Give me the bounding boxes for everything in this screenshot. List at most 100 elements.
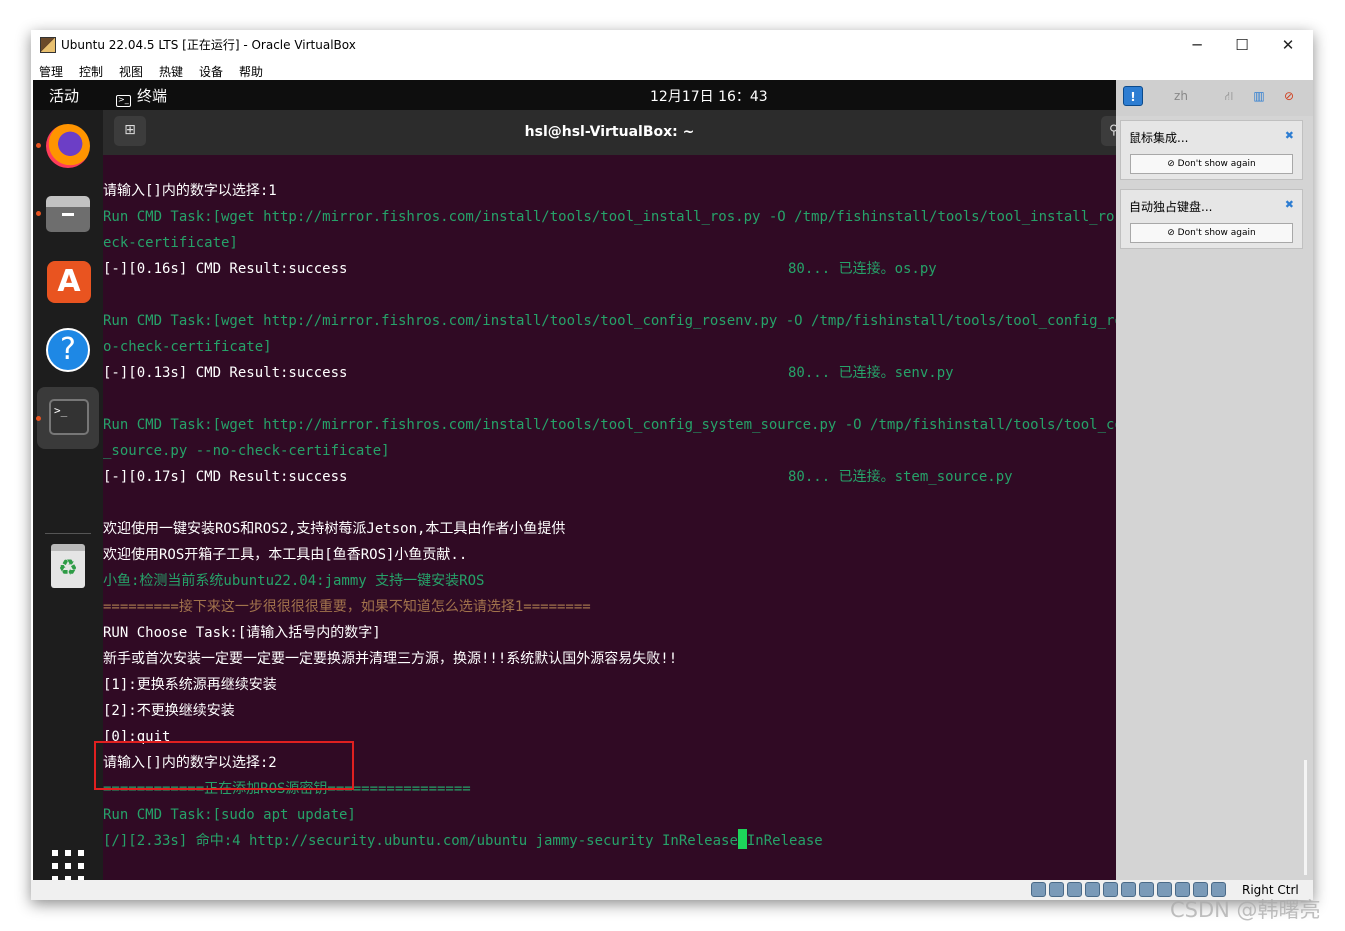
terminal-line: Run CMD Task:[wget http://mirror.fishros… [103, 308, 1116, 334]
trash-icon: ♻ [51, 544, 85, 588]
terminal-line-text: [2]:不更换继续安装 [103, 703, 235, 719]
mouse-integration-icon[interactable]: ⊘ [1279, 86, 1299, 106]
notification-title: 自动独占键盘... [1129, 200, 1213, 214]
dock-terminal[interactable]: >_ [37, 387, 99, 449]
notification-toolbar: ! zh ⛙ ▥ ⊘ [1116, 80, 1313, 116]
dock-files[interactable] [41, 186, 95, 240]
terminal-line-tail: InRelease [746, 833, 823, 849]
terminal-line-text: [-][0.17s] CMD Result:success [103, 469, 348, 485]
terminal-line: 欢迎使用一键安装ROS和ROS2,支持树莓派Jetson,本工具由作者小鱼提供 [103, 516, 1116, 542]
hard-disk-icon[interactable] [1031, 882, 1046, 897]
terminal-line-text: =========接下来这一步很很很很重要，如果不知道怎么选请选择1======… [103, 599, 591, 615]
running-indicator [36, 211, 41, 216]
close-icon[interactable]: ✖ [1285, 129, 1294, 142]
grid-dot [78, 863, 84, 869]
dont-show-again-button[interactable]: ⊘ Don't show again [1130, 223, 1293, 243]
dock-separator [45, 533, 91, 534]
help-icon: ? [46, 328, 90, 372]
keyboard-capture-icon[interactable]: ▥ [1249, 86, 1269, 106]
terminal-line-text: RUN Choose Task:[请输入括号内的数字] [103, 625, 381, 641]
show-applications-button[interactable] [52, 850, 84, 880]
network-adapter-icon[interactable] [1085, 882, 1100, 897]
display-icon[interactable] [1139, 882, 1154, 897]
panel-scrollbar[interactable] [1304, 760, 1307, 875]
app-menu[interactable]: >_ 终端 [116, 85, 167, 107]
ubuntu-top-bar: 活动 >_ 终端 12月17日 16：43 [33, 80, 1116, 110]
menu-control[interactable]: 控制 [79, 63, 103, 80]
terminal-line-text: 欢迎使用一键安装ROS和ROS2,支持树莓派Jetson,本工具由作者小鱼提供 [103, 521, 566, 537]
terminal-line-text: o-check-certificate] [103, 339, 272, 355]
audio-icon[interactable] [1067, 882, 1082, 897]
terminal-line: 欢迎使用ROS开箱子工具，本工具由[鱼香ROS]小鱼贡献.. [103, 542, 1116, 568]
dock-ubuntu-software[interactable]: A [41, 255, 95, 309]
grid-dot [65, 863, 71, 869]
dont-show-again-button[interactable]: ⊘ Don't show again [1130, 154, 1293, 174]
grid-dot [65, 850, 71, 856]
terminal-line: _source.py --no-check-certificate] [103, 438, 1116, 464]
activities-button[interactable]: 活动 [49, 85, 79, 106]
terminal-line-text: 请输入[]内的数字以选择:1 [103, 183, 277, 199]
terminal-line: Run CMD Task:[wget http://mirror.fishros… [103, 204, 1116, 230]
language-indicator: zh [1174, 89, 1188, 103]
search-button[interactable]: ⚲ [1101, 116, 1116, 146]
terminal-title: hsl@hsl-VirtualBox: ~ [524, 124, 695, 140]
terminal-line-text: [1]:更换系统源再继续安装 [103, 677, 277, 693]
clock[interactable]: 12月17日 16：43 [650, 86, 768, 106]
terminal-line: 请输入[]内的数字以选择:1 [103, 178, 1116, 204]
firefox-icon [46, 124, 90, 168]
status-bar: Right Ctrl [31, 880, 1313, 900]
virtualbox-app-icon [40, 37, 56, 53]
dock-help[interactable]: ? [41, 323, 95, 377]
notification-keyboard-capture: 自动独占键盘... ✖ ⊘ Don't show again [1120, 189, 1303, 249]
terminal-line: [-][0.17s] CMD Result:success 80... 已连接。s… [103, 464, 1116, 490]
optical-drive-icon[interactable] [1049, 882, 1064, 897]
dock-firefox[interactable] [41, 119, 95, 173]
network-icon: ⛙ [1224, 89, 1234, 103]
window-title: Ubuntu 22.04.5 LTS [正在运行] - Oracle Virtu… [61, 38, 356, 52]
terminal-line-text: [-][0.13s] CMD Result:success [103, 365, 348, 381]
ubuntu-dock: A ? >_ ♻ [33, 110, 103, 880]
title-bar: Ubuntu 22.04.5 LTS [正在运行] - Oracle Virtu… [31, 30, 1313, 60]
terminal-app-icon: >_ [116, 95, 131, 107]
dock-trash[interactable]: ♻ [41, 540, 95, 594]
highlight-annotation-box [94, 741, 354, 790]
menu-devices[interactable]: 设备 [199, 63, 223, 80]
notification-mouse-integration: 鼠标集成... ✖ ⊘ Don't show again [1120, 120, 1303, 180]
terminal-line: [2]:不更换继续安装 [103, 698, 1116, 724]
terminal-line: [-][0.13s] CMD Result:success 80... 已连接。s… [103, 360, 1116, 386]
menu-hotkey[interactable]: 热键 [159, 63, 183, 80]
notification-toggle-icon[interactable]: ! [1123, 86, 1143, 106]
usb-icon[interactable] [1103, 882, 1118, 897]
terminal-line-text: eck-certificate] [103, 235, 238, 251]
shared-folders-icon[interactable] [1121, 882, 1136, 897]
terminal-line: eck-certificate] [103, 230, 1116, 256]
close-button[interactable]: ✕ [1273, 34, 1303, 56]
terminal-line-text: 欢迎使用ROS开箱子工具，本工具由[鱼香ROS]小鱼贡献.. [103, 547, 468, 563]
menu-view[interactable]: 视图 [119, 63, 143, 80]
menu-help[interactable]: 帮助 [239, 63, 263, 80]
terminal-header-bar: ⊞ hsl@hsl-VirtualBox: ~ ⚲ [103, 110, 1116, 155]
running-indicator [36, 416, 41, 421]
terminal-line-text: 小鱼:检测当前系统ubuntu22.04:jammy 支持一键安装ROS [103, 573, 485, 589]
terminal-line: [1]:更换系统源再继续安装 [103, 672, 1116, 698]
terminal-line: 小鱼:检测当前系统ubuntu22.04:jammy 支持一键安装ROS [103, 568, 1116, 594]
search-icon: ⚲ [1109, 123, 1116, 138]
notification-title: 鼠标集成... [1129, 131, 1189, 145]
app-menu-label: 终端 [137, 87, 168, 105]
terminal-line: o-check-certificate] [103, 334, 1116, 360]
menu-manage[interactable]: 管理 [39, 63, 63, 80]
close-icon[interactable]: ✖ [1285, 198, 1294, 211]
watermark: CSDN @韩曙亮 [1170, 898, 1321, 922]
grid-dot [52, 850, 58, 856]
terminal-line-text: _source.py --no-check-certificate] [103, 443, 390, 459]
terminal-line-text: 新手或首次安装一定要一定要一定要换源并清理三方源，换源!!!系统默认国外源容易失… [103, 651, 678, 667]
text-cursor [737, 829, 747, 849]
minimize-button[interactable]: ─ [1182, 34, 1212, 56]
wget-progress-overlay: 80... 已连接。os.py [788, 261, 937, 277]
maximize-button[interactable]: ☐ [1227, 34, 1257, 56]
notification-center: ! zh ⛙ ▥ ⊘ 鼠标集成... ✖ ⊘ Don't show again … [1116, 80, 1313, 880]
grid-dot [78, 850, 84, 856]
